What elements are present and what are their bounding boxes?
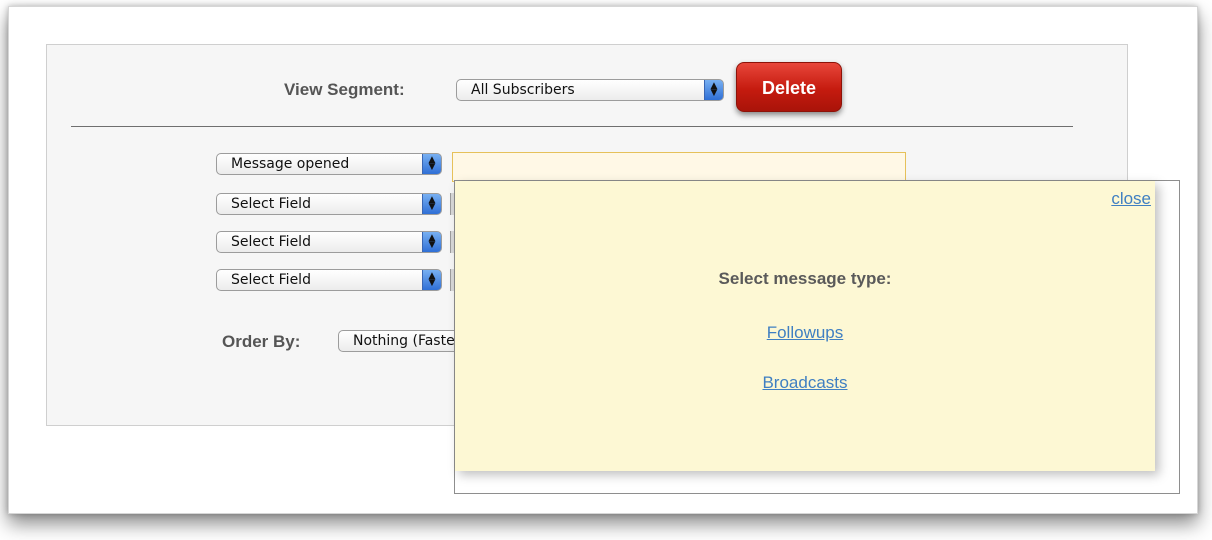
select-arrows-icon: ▲ ▼ bbox=[422, 154, 441, 174]
delete-button[interactable]: Delete bbox=[736, 62, 842, 112]
followups-link[interactable]: Followups bbox=[455, 323, 1155, 343]
filter-select-3-value: Select Field bbox=[231, 234, 311, 250]
broadcasts-link[interactable]: Broadcasts bbox=[455, 373, 1155, 393]
popup-title: Select message type: bbox=[718, 269, 892, 288]
section-divider bbox=[71, 126, 1073, 127]
select-arrows-icon: ▲ ▼ bbox=[704, 80, 723, 100]
message-type-popup: close Select message type: Followups Bro… bbox=[454, 180, 1180, 494]
filter-select-2[interactable]: Select Field ▲ ▼ bbox=[216, 193, 442, 215]
filter-select-1[interactable]: Message opened ▲ ▼ bbox=[216, 153, 442, 175]
popup-content: close Select message type: Followups Bro… bbox=[455, 181, 1155, 471]
filter-select-3[interactable]: Select Field ▲ ▼ bbox=[216, 231, 442, 253]
segment-select-value: All Subscribers bbox=[471, 82, 575, 98]
filter-select-2-value: Select Field bbox=[231, 196, 311, 212]
select-arrows-icon: ▲ ▼ bbox=[422, 194, 441, 214]
filter-value-input-1[interactable] bbox=[452, 152, 906, 182]
segment-select[interactable]: All Subscribers ▲ ▼ bbox=[456, 79, 724, 101]
filter-select-1-value: Message opened bbox=[231, 156, 350, 172]
select-arrows-icon: ▲ ▼ bbox=[422, 232, 441, 252]
order-by-label: Order By: bbox=[222, 332, 301, 351]
popup-close-link[interactable]: close bbox=[1111, 189, 1151, 209]
view-segment-label: View Segment: bbox=[284, 80, 405, 99]
filter-select-4-value: Select Field bbox=[231, 272, 311, 288]
select-arrows-icon: ▲ ▼ bbox=[422, 270, 441, 290]
filter-select-4[interactable]: Select Field ▲ ▼ bbox=[216, 269, 442, 291]
